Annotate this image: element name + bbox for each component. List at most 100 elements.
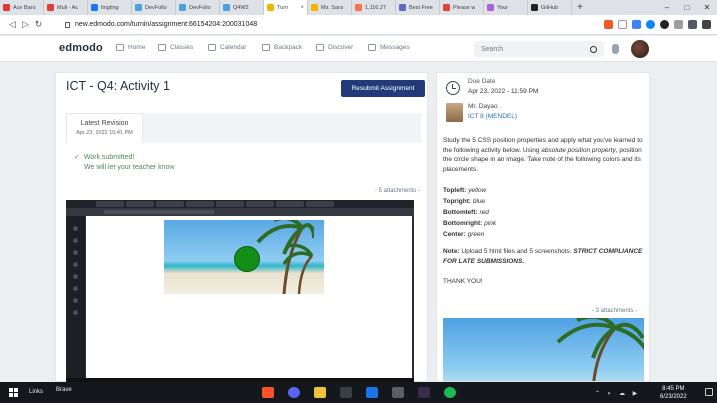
user-avatar[interactable]	[631, 40, 649, 58]
teacher-name[interactable]: Mr. Dayao	[468, 103, 498, 110]
forward-icon[interactable]: ▷	[19, 19, 32, 30]
nav-home[interactable]: Home	[116, 44, 145, 51]
tab-favicon-icon	[311, 4, 318, 11]
file-explorer-icon[interactable]	[314, 387, 326, 398]
nav-backpack[interactable]: Backpack	[262, 44, 302, 51]
nav-discover[interactable]: Discover	[316, 44, 353, 51]
browser-tab[interactable]: DevFolio	[176, 0, 220, 15]
reload-icon[interactable]: ↻	[32, 19, 45, 30]
address-bar: ◁ ▷ ↻ new.edmodo.com/turnin/assignment:6…	[0, 15, 717, 35]
browser-tab[interactable]: Ms. Sara	[308, 0, 352, 15]
tab-favicon-icon	[267, 4, 274, 11]
extension-icon[interactable]	[660, 20, 669, 29]
profile-icon[interactable]	[688, 20, 697, 29]
mail-icon[interactable]	[366, 387, 378, 398]
assignment-details-card: Due Date Apr 23, 2022 - 11:59 PM Mr. Day…	[436, 72, 650, 382]
browser-tab[interactable]: Ace Baro	[0, 0, 44, 15]
attachment-image[interactable]	[443, 318, 644, 381]
beach-image	[164, 220, 324, 294]
app-icon[interactable]	[392, 387, 404, 398]
assignment-card: ICT - Q4: Activity 1 Resubmit Assignment…	[55, 72, 428, 383]
screenshot-tabs	[66, 200, 414, 208]
thank-you-text: THANK YOU!	[443, 278, 483, 285]
nav-classes[interactable]: Classes	[158, 44, 193, 51]
tab-label: Muli - Ac	[57, 4, 79, 11]
teacher-avatar[interactable]	[446, 103, 463, 122]
position-value: red	[479, 209, 489, 216]
home-icon	[116, 44, 124, 51]
edmodo-logo[interactable]: edmodo	[59, 42, 103, 54]
instructions-text: Study the 5 CSS position properties and …	[443, 136, 645, 174]
browser-tab[interactable]: Best Free	[396, 0, 440, 15]
submission-status: ✓ Work submitted!	[74, 153, 134, 161]
extension-icon[interactable]	[646, 20, 655, 29]
tab-favicon-icon	[355, 4, 362, 11]
attachments-count[interactable]: - 5 attachments -	[375, 188, 420, 194]
tab-label: DevFolio	[189, 4, 211, 11]
position-value: yellow	[468, 187, 487, 194]
browser-tab-strip: Ace Baro Muli - Ac tingting DevFolio DevFoli…	[0, 0, 717, 15]
system-tray[interactable]: ⌃ ◐ ☁ ▶	[595, 390, 640, 397]
nav-calendar[interactable]: Calendar	[208, 44, 246, 51]
tab-label: DevFolio	[145, 4, 167, 11]
nav-messages[interactable]: Messages	[368, 44, 410, 51]
classes-icon	[158, 44, 166, 51]
links-toolbar[interactable]: Links	[29, 389, 43, 395]
browser-tab[interactable]: DevFolio	[132, 0, 176, 15]
notification-icon[interactable]	[705, 388, 713, 396]
back-icon[interactable]: ◁	[6, 19, 19, 30]
browser-tab[interactable]: Please w	[440, 0, 484, 15]
app-icon[interactable]	[418, 387, 430, 398]
class-link[interactable]: ICT 8 (MENDEL)	[468, 113, 517, 120]
tab-favicon-icon	[531, 4, 538, 11]
browser-tab[interactable]: GitHub	[528, 0, 572, 15]
palm-tree-graphic	[556, 318, 644, 381]
browser-tab[interactable]: tingting	[88, 0, 132, 15]
discord-icon[interactable]	[288, 387, 300, 398]
search-icon[interactable]	[590, 45, 597, 53]
windows-taskbar: Links Brave ⌃ ◐ ☁ ▶ 8:45 PM 6/23/2022	[0, 382, 717, 403]
minimize-icon[interactable]: –	[657, 3, 677, 12]
green-circle-shape	[234, 246, 260, 272]
browser-tab[interactable]: Q4W2	[220, 0, 264, 15]
attachments-count[interactable]: - 3 attachments -	[592, 308, 637, 314]
menu-icon[interactable]	[702, 20, 711, 29]
latest-revision-tab[interactable]: Latest Revision Apr 23, 2022 10:41 PM	[66, 113, 143, 143]
brave-browser-icon[interactable]	[262, 387, 274, 398]
tab-favicon-icon	[47, 4, 54, 11]
browser-tab[interactable]: 1,116.27	[352, 0, 396, 15]
browser-tab[interactable]: Turn ×	[264, 0, 308, 15]
close-icon[interactable]: ✕	[697, 3, 717, 12]
rewards-icon[interactable]	[618, 20, 627, 29]
date-text: 6/23/2022	[660, 394, 687, 400]
position-key: Bottomright:	[443, 220, 483, 227]
browser-tab[interactable]: Muli - Ac	[44, 0, 88, 15]
brave-toolbar[interactable]: Brave	[56, 387, 72, 393]
microphone-icon[interactable]	[612, 44, 619, 54]
nav-label: Messages	[380, 44, 410, 51]
maximize-icon[interactable]: □	[677, 3, 697, 12]
url-field[interactable]: new.edmodo.com/turnin/assignment:6615420…	[65, 21, 257, 28]
lock-icon	[65, 21, 70, 28]
new-tab-button[interactable]: +	[572, 2, 588, 13]
search-input[interactable]: Search	[474, 41, 604, 57]
position-value: green	[467, 231, 485, 238]
windows-start-icon[interactable]	[9, 388, 18, 397]
screenshot-page	[86, 216, 412, 378]
tab-favicon-icon	[399, 4, 406, 11]
position-key: Topleft:	[443, 187, 467, 194]
brave-shield-icon[interactable]	[604, 20, 613, 29]
extension-icon[interactable]	[632, 20, 641, 29]
attachment-screenshot[interactable]	[66, 200, 414, 383]
browser-tab[interactable]: Your	[484, 0, 528, 15]
close-tab-icon[interactable]: ×	[300, 5, 304, 11]
extensions-puzzle-icon[interactable]	[674, 20, 683, 29]
revision-label: Latest Revision	[80, 120, 129, 127]
nav-label: Calendar	[220, 44, 247, 51]
tab-favicon-icon	[135, 4, 142, 11]
tab-favicon-icon	[3, 4, 10, 11]
clock-display[interactable]: 8:45 PM 6/23/2022	[660, 385, 687, 401]
resubmit-button[interactable]: Resubmit Assignment	[341, 80, 425, 97]
spotify-icon[interactable]	[444, 387, 456, 398]
app-icon[interactable]	[340, 387, 352, 398]
